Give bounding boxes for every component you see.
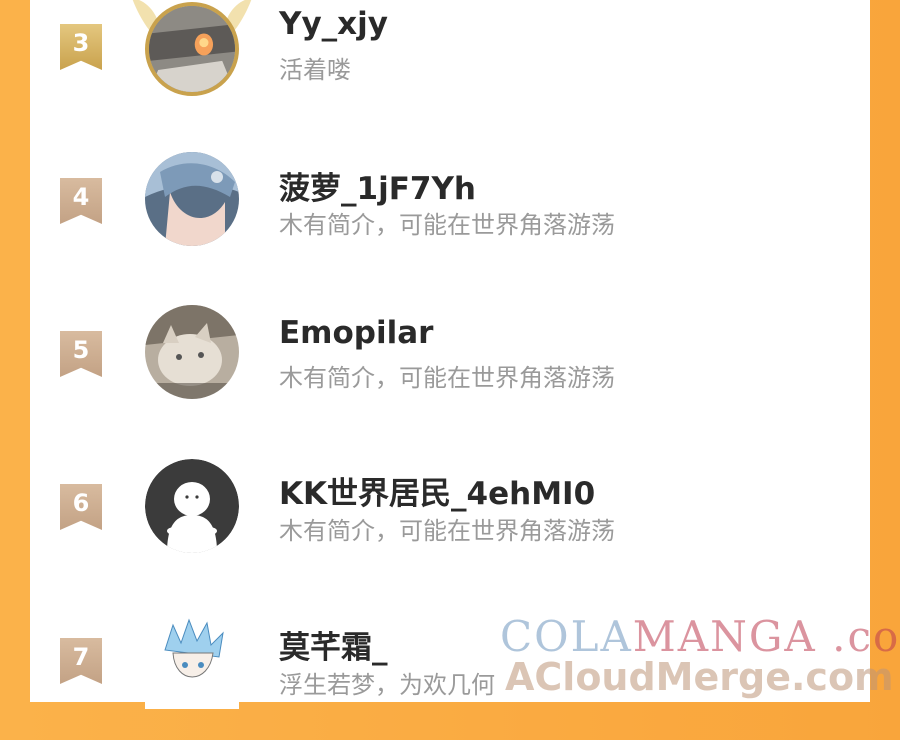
anime-boy-avatar-icon — [145, 152, 239, 246]
list-item[interactable]: 3 Yy_xjy 活着喽 — [30, 0, 870, 130]
photo-avatar-icon — [149, 6, 235, 92]
list-item[interactable]: 5 Emopilar 木有简介，可能在世界角落游荡 — [30, 303, 870, 433]
anime-sketch-avatar-icon — [145, 615, 239, 709]
rank-badge: 6 — [60, 484, 102, 530]
avatar[interactable] — [145, 152, 239, 246]
rank-badge: 7 — [60, 638, 102, 684]
watermark-colamanga: COLAMANGA .com — [500, 612, 900, 661]
list-item[interactable]: 6 KK世界居民_4ehMI0 木有简介，可能在世界角落游荡 — [30, 456, 870, 586]
user-name[interactable]: KK世界居民_4ehMI0 — [279, 468, 595, 513]
avatar[interactable] — [145, 305, 239, 399]
user-name[interactable]: Yy_xjy — [279, 6, 388, 42]
rank-badge: 4 — [60, 178, 102, 224]
user-name[interactable]: Emopilar — [279, 315, 433, 351]
default-person-avatar-icon — [145, 459, 239, 553]
avatar[interactable] — [145, 615, 239, 709]
user-name[interactable]: 菠萝_1jF7Yh — [279, 163, 476, 208]
user-bio: 浮生若梦，为欢几何 — [279, 671, 495, 699]
watermark-acloudmerge: ACloudMerge.com — [505, 655, 894, 699]
user-bio: 木有简介，可能在世界角落游荡 — [279, 211, 615, 239]
avatar[interactable] — [145, 459, 239, 553]
user-bio: 木有简介，可能在世界角落游荡 — [279, 517, 615, 545]
ranking-list-panel: 3 Yy_xjy 活着喽 4 菠萝_1jF7Yh 木有简介，可能在世界角落游荡 … — [30, 0, 870, 709]
user-name[interactable]: 莫芊霜_ — [279, 622, 388, 667]
list-item[interactable]: 4 菠萝_1jF7Yh 木有简介，可能在世界角落游荡 — [30, 150, 870, 280]
cat-photo-avatar-icon — [145, 305, 239, 399]
avatar[interactable] — [145, 2, 239, 96]
rank-badge: 5 — [60, 331, 102, 377]
rank-badge: 3 — [60, 24, 102, 70]
user-bio: 木有简介，可能在世界角落游荡 — [279, 364, 615, 392]
user-bio: 活着喽 — [279, 56, 351, 84]
